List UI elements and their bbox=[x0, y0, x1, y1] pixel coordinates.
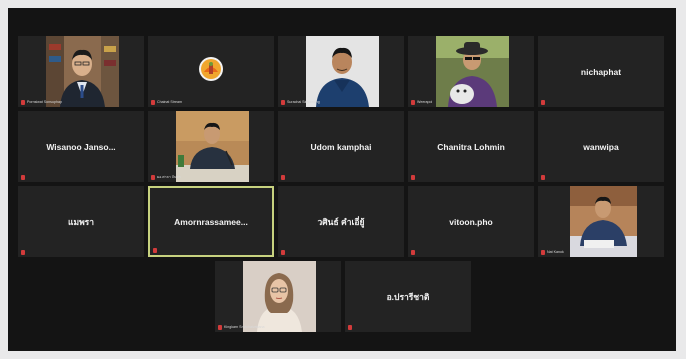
mic-muted-icon bbox=[151, 100, 155, 105]
mic-muted-icon bbox=[541, 250, 545, 255]
participant-label: Weerapol bbox=[411, 100, 432, 105]
participant-label bbox=[153, 248, 157, 253]
participant-display-name: แมพรา bbox=[67, 216, 95, 227]
participant-label bbox=[541, 175, 545, 180]
participant-tile-7[interactable]: ผอ.ศาลา จันทร bbox=[148, 111, 274, 182]
participant-name: Surachai Siriyawong bbox=[287, 100, 320, 104]
mic-muted-icon bbox=[281, 175, 285, 180]
mic-muted-icon bbox=[348, 325, 352, 330]
mic-muted-icon bbox=[151, 175, 155, 180]
mic-muted-icon bbox=[411, 175, 415, 180]
participant-video bbox=[46, 36, 119, 107]
participant-label bbox=[411, 250, 415, 255]
participant-tile-13[interactable]: วศินธ์ คำเอี่ยู้ bbox=[278, 186, 404, 257]
participant-display-name: วศินธ์ คำเอี่ยู้ bbox=[317, 216, 365, 227]
participant-name: Pornsiwat Sonsuphap bbox=[27, 100, 62, 104]
mic-muted-icon bbox=[218, 325, 222, 330]
participant-display-name: Udom kamphai bbox=[310, 141, 372, 152]
participant-name: ผอ.ศาลา จันทร bbox=[157, 175, 181, 179]
participant-label bbox=[21, 250, 25, 255]
participant-display-name: vitoon.pho bbox=[449, 216, 493, 227]
participant-tile-14[interactable]: vitoon.pho bbox=[408, 186, 534, 257]
mic-muted-icon bbox=[411, 250, 415, 255]
participant-tile-4[interactable]: Weerapol bbox=[408, 36, 534, 107]
participant-tile-12-active-speaker[interactable]: Amornrassamee... bbox=[148, 186, 274, 257]
participant-video bbox=[243, 261, 316, 332]
mic-muted-icon bbox=[541, 100, 545, 105]
participant-display-name: Amornrassamee... bbox=[174, 216, 248, 227]
participant-display-name: Chanitra Lohmin bbox=[437, 141, 505, 152]
participant-tile-2[interactable]: Chainat Stream bbox=[148, 36, 274, 107]
participant-video bbox=[176, 111, 249, 182]
participant-label: Surachai Siriyawong bbox=[281, 100, 320, 105]
participant-video bbox=[306, 36, 379, 107]
emblem-logo-icon bbox=[198, 56, 224, 82]
participant-tile-8[interactable]: Udom kamphai bbox=[278, 111, 404, 182]
participant-label: Chainat Stream bbox=[151, 100, 182, 105]
participant-name: Weerapol bbox=[417, 100, 433, 104]
participant-name: Nat Kanok bbox=[547, 250, 564, 254]
participant-label bbox=[348, 325, 352, 330]
participant-tile-17[interactable]: อ.ปรารีชาติ bbox=[345, 261, 471, 332]
mic-muted-icon bbox=[281, 100, 285, 105]
participant-tile-3[interactable]: Surachai Siriyawong bbox=[278, 36, 404, 107]
participant-video bbox=[436, 36, 509, 107]
participant-display-name: wanwipa bbox=[583, 141, 619, 152]
participant-tile-10[interactable]: wanwipa bbox=[538, 111, 664, 182]
participant-label bbox=[281, 250, 285, 255]
participant-tile-16[interactable]: Kingkarn Srivichaivattana bbox=[215, 261, 341, 332]
participant-display-name: Wisanoo Janso... bbox=[46, 141, 116, 152]
participant-label: Kingkarn Srivichaivattana bbox=[218, 325, 265, 330]
participant-display-name: nichaphat bbox=[580, 66, 622, 77]
participant-label: ผอ.ศาลา จันทร bbox=[151, 175, 181, 180]
participant-tile-6[interactable]: Wisanoo Janso... bbox=[18, 111, 144, 182]
participant-label: Pornsiwat Sonsuphap bbox=[21, 100, 62, 105]
participant-label bbox=[281, 175, 285, 180]
participant-label: Nat Kanok bbox=[541, 250, 564, 255]
participant-tile-15[interactable]: Nat Kanok bbox=[538, 186, 664, 257]
participant-tile-9[interactable]: Chanitra Lohmin bbox=[408, 111, 534, 182]
participant-label bbox=[411, 175, 415, 180]
video-gallery: Pornsiwat Sonsuphap Chainat Stream Surac… bbox=[8, 8, 676, 351]
participant-video bbox=[570, 186, 637, 257]
participant-label bbox=[21, 175, 25, 180]
mic-muted-icon bbox=[21, 100, 25, 105]
mic-muted-icon bbox=[411, 100, 415, 105]
participant-name: Kingkarn Srivichaivattana bbox=[224, 325, 265, 329]
mic-muted-icon bbox=[281, 250, 285, 255]
mic-muted-icon bbox=[21, 175, 25, 180]
participant-tile-11[interactable]: แมพรา bbox=[18, 186, 144, 257]
participant-label bbox=[541, 100, 545, 105]
participant-display-name: อ.ปรารีชาติ bbox=[386, 291, 430, 302]
participant-tile-1[interactable]: Pornsiwat Sonsuphap bbox=[18, 36, 144, 107]
mic-muted-icon bbox=[153, 248, 157, 253]
mic-muted-icon bbox=[21, 250, 25, 255]
participant-tile-5[interactable]: nichaphat bbox=[538, 36, 664, 107]
participant-name: Chainat Stream bbox=[157, 100, 182, 104]
mic-muted-icon bbox=[541, 175, 545, 180]
